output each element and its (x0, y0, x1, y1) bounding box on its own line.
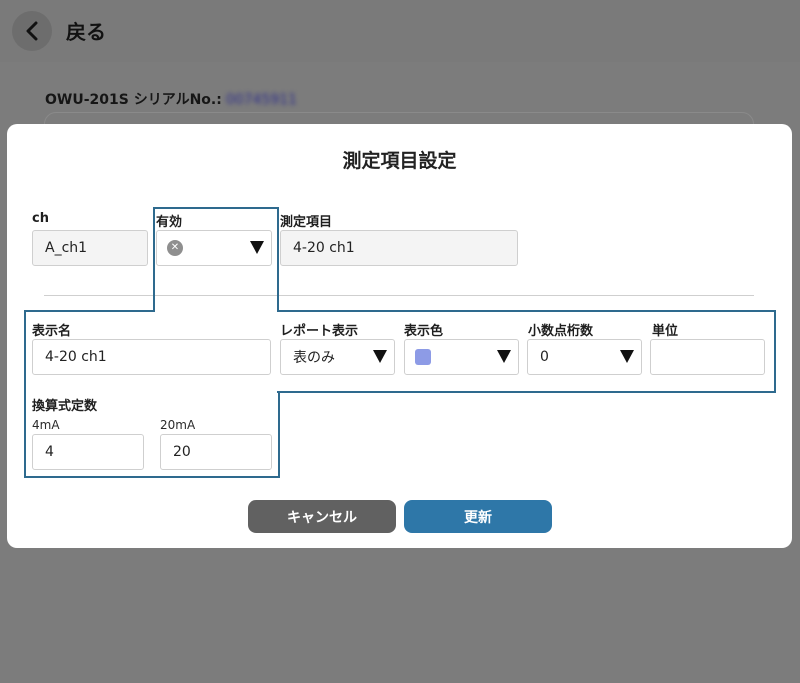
decimals-value: 0 (540, 349, 549, 365)
unit-input[interactable] (650, 339, 765, 375)
item-value: 4-20 ch1 (293, 240, 355, 256)
color-label: 表示色 (404, 324, 444, 339)
update-button[interactable]: 更新 (404, 500, 552, 533)
display-name-value: 4-20 ch1 (45, 349, 107, 365)
display-name-label: 表示名 (32, 324, 72, 339)
low-input[interactable]: 4 (32, 434, 144, 470)
display-name-input[interactable]: 4-20 ch1 (32, 339, 271, 375)
enabled-select[interactable]: ✕ (156, 230, 272, 266)
report-label: レポート表示 (280, 324, 359, 339)
highlight-row-top-left (24, 310, 155, 312)
low-value: 4 (45, 444, 54, 460)
triangle-down-icon (250, 241, 264, 254)
triangle-down-icon (373, 350, 387, 363)
decimals-label: 小数点桁数 (528, 324, 594, 339)
serial-row: OWU-201S シリアルNo.: 00745911 (45, 89, 297, 109)
ch-value: A_ch1 (45, 240, 88, 256)
back-label[interactable]: 戻る (66, 16, 106, 45)
item-label: 測定項目 (280, 215, 333, 230)
decimals-select[interactable]: 0 (527, 339, 642, 375)
chevron-left-icon (26, 21, 38, 41)
conversion-label: 換算式定数 (32, 399, 98, 414)
enabled-label: 有効 (156, 215, 183, 230)
cancel-button[interactable]: キャンセル (248, 500, 396, 533)
ch-label: ch (32, 211, 49, 226)
serial-label: OWU-201S シリアルNo.: (45, 92, 222, 108)
high-input[interactable]: 20 (160, 434, 272, 470)
ch-field: A_ch1 (32, 230, 148, 266)
report-value: 表のみ (293, 350, 335, 366)
high-value: 20 (173, 444, 191, 460)
triangle-down-icon (620, 350, 634, 363)
low-label: 4mA (32, 418, 60, 432)
modal-title: 測定項目設定 (342, 150, 457, 172)
x-circle-icon: ✕ (167, 240, 183, 256)
serial-value: 00745911 (225, 92, 298, 108)
highlight-row-top-right (277, 310, 776, 312)
high-label: 20mA (160, 418, 196, 432)
color-select[interactable] (404, 339, 519, 375)
highlight-row-bottom (277, 391, 776, 393)
color-swatch (415, 349, 431, 365)
top-bar: 戻る (0, 0, 800, 62)
unit-label: 単位 (652, 324, 679, 339)
measurement-settings-modal: 測定項目設定 ch A_ch1 有効 ✕ 測定項目 4-20 ch1 表示名 4… (7, 124, 792, 548)
divider (44, 295, 754, 296)
triangle-down-icon (497, 350, 511, 363)
item-field: 4-20 ch1 (280, 230, 518, 266)
back-button[interactable] (12, 11, 52, 51)
report-select[interactable]: 表のみ (280, 339, 395, 375)
